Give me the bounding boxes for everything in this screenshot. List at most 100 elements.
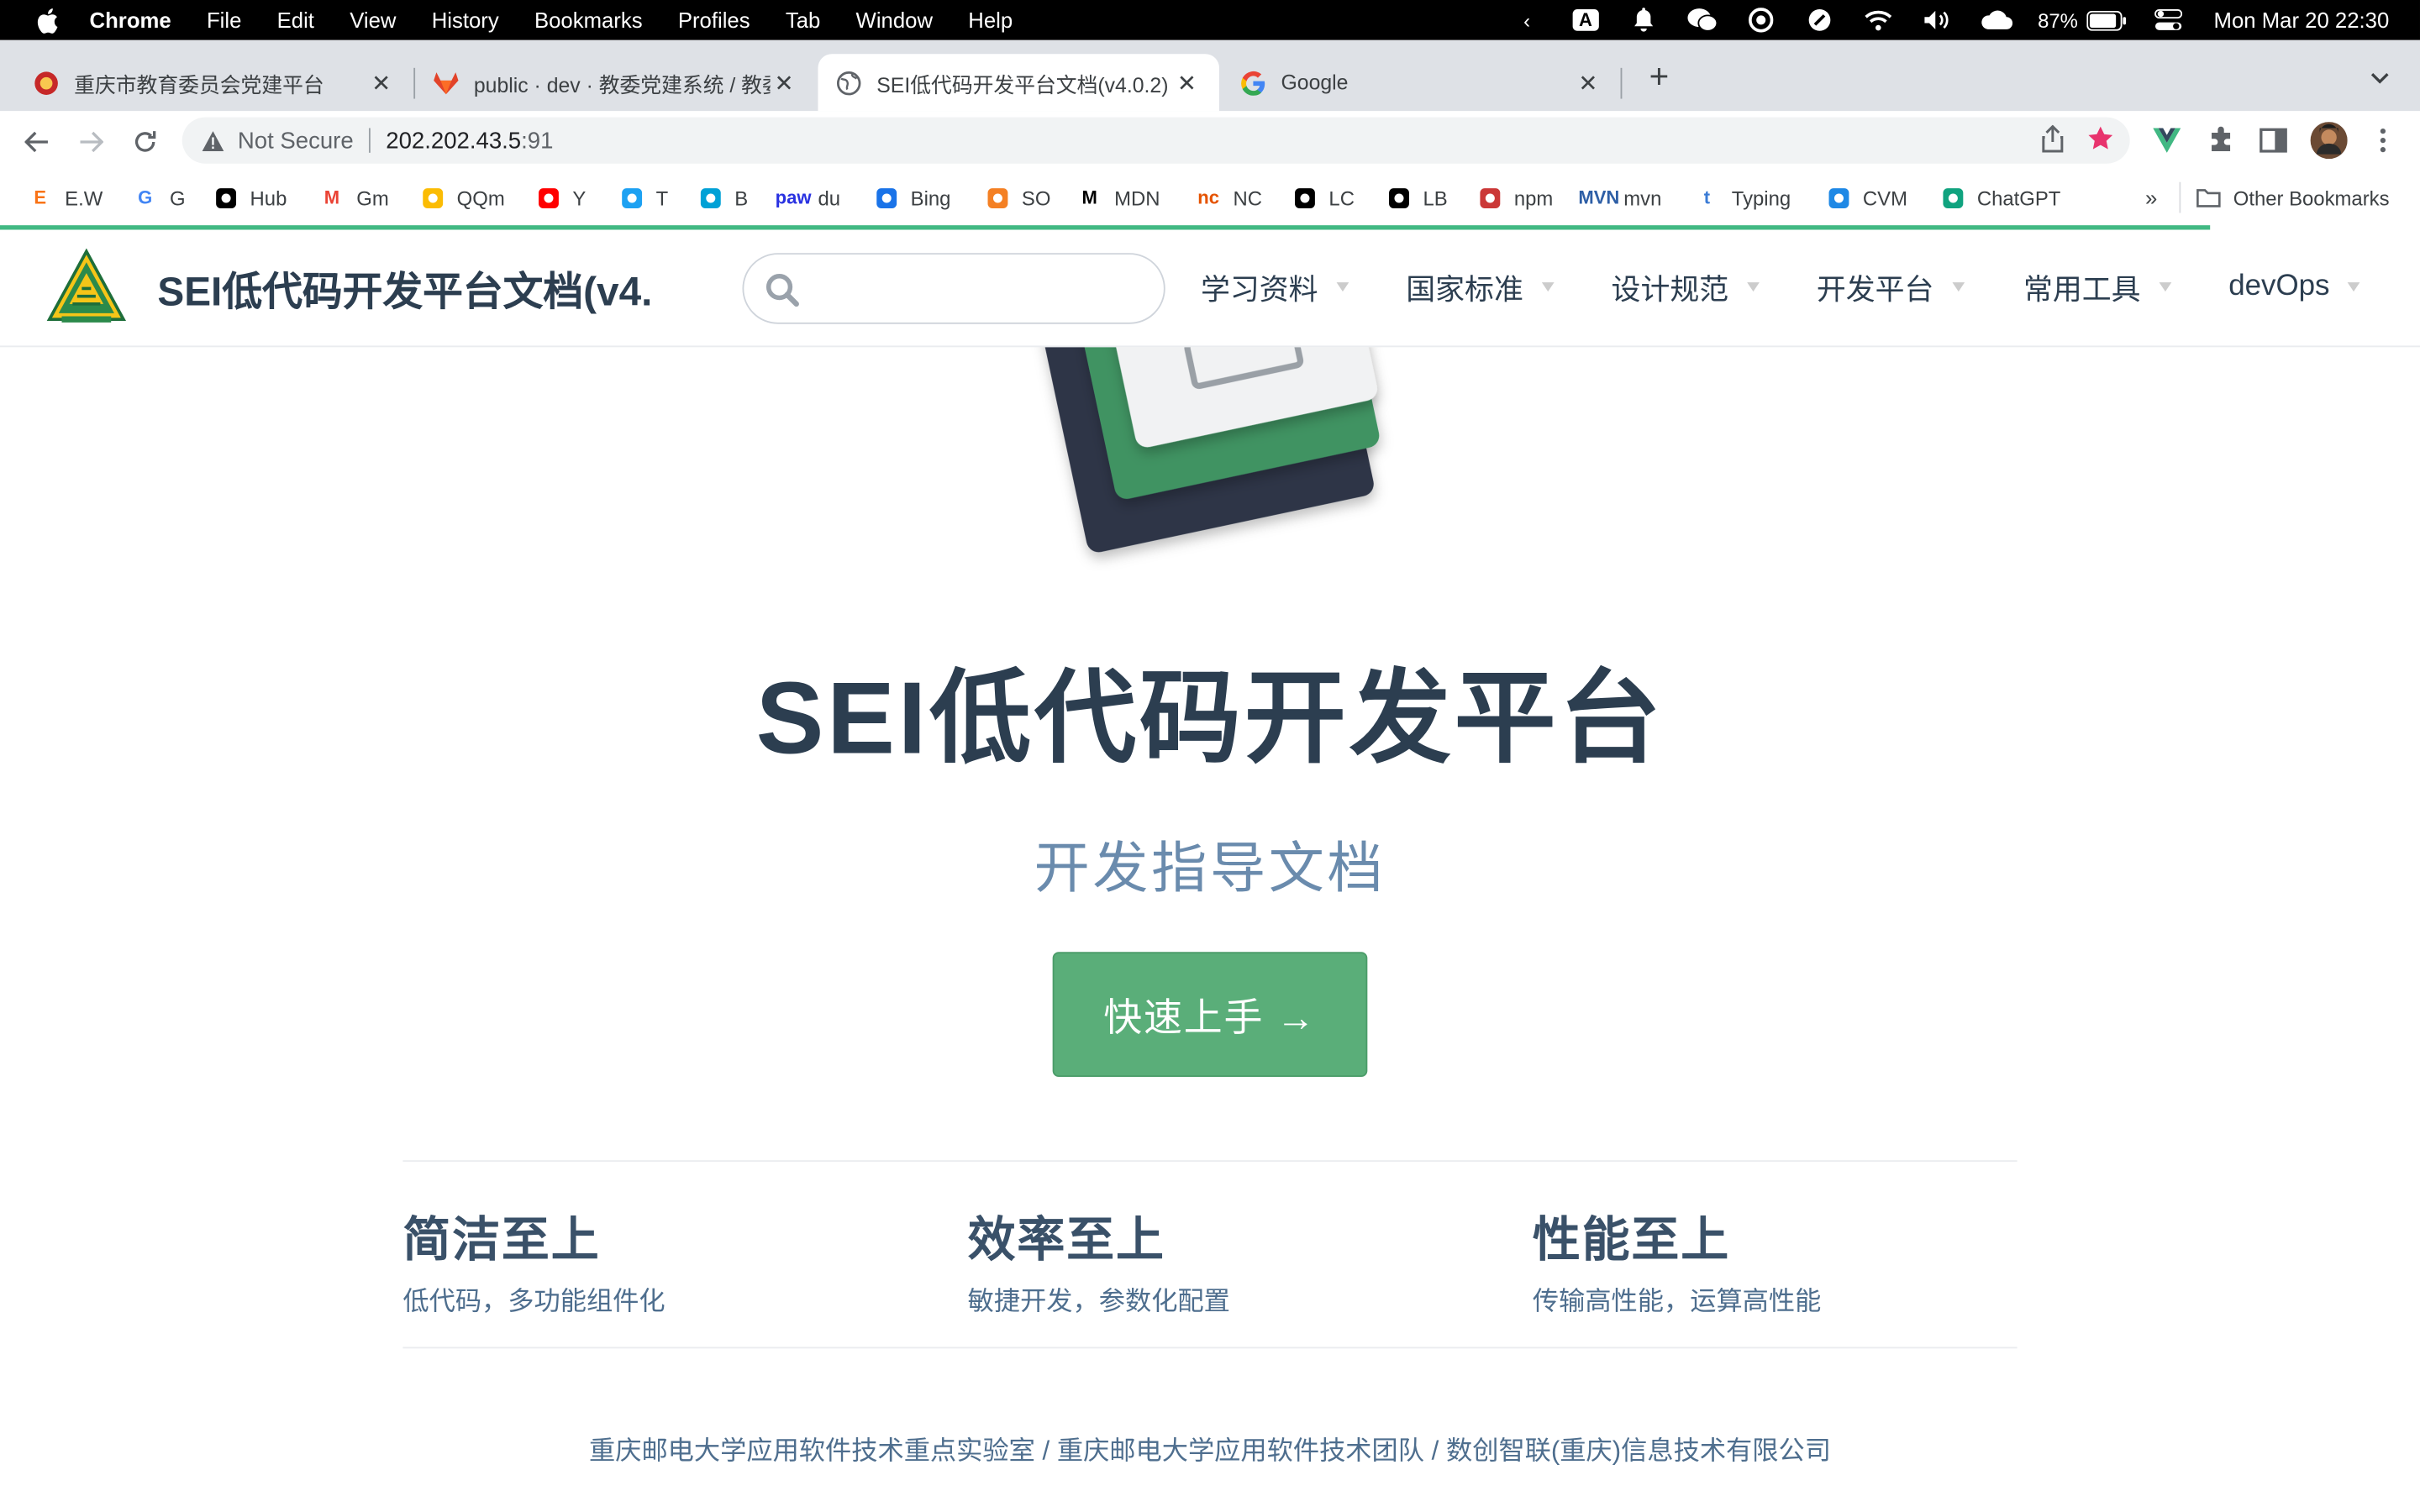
app-status-icon[interactable] bbox=[1744, 6, 1778, 34]
menu-help[interactable]: Help bbox=[968, 8, 1013, 32]
screen: Chrome File Edit View History Bookmarks … bbox=[0, 0, 2420, 1512]
bookmark-t[interactable]: T bbox=[619, 184, 668, 212]
extensions-puzzle-icon[interactable] bbox=[2206, 125, 2237, 156]
clock[interactable]: Mon Mar 20 22:30 bbox=[2214, 8, 2390, 32]
nav-item-overlay: 学习资料 bbox=[1201, 267, 1349, 307]
menu-view[interactable]: View bbox=[350, 8, 396, 32]
wifi-icon[interactable] bbox=[1862, 6, 1896, 34]
security-status[interactable]: Not Secure bbox=[238, 128, 354, 154]
share-icon[interactable] bbox=[2040, 124, 2065, 159]
menu-profiles[interactable]: Profiles bbox=[678, 8, 750, 32]
bookmark-mdn[interactable]: M MDN bbox=[1077, 184, 1160, 212]
bookmark-lb[interactable]: LB bbox=[1386, 184, 1448, 212]
chrome-bookmark-icon bbox=[420, 185, 445, 209]
side-panel-icon[interactable] bbox=[2258, 125, 2289, 156]
back-arrow-icon[interactable] bbox=[20, 125, 54, 159]
menu-tab[interactable]: Tab bbox=[786, 8, 820, 32]
vue-devtools-icon[interactable] bbox=[2151, 125, 2182, 156]
close-icon[interactable]: ✕ bbox=[1574, 69, 1602, 97]
forward-arrow-icon[interactable] bbox=[74, 125, 108, 159]
bookmarks-overflow-chevron-icon[interactable]: » bbox=[2145, 184, 2157, 212]
bookmark-g[interactable]: GG bbox=[133, 184, 186, 212]
gitlab-icon bbox=[434, 71, 459, 95]
star-bookmarked-icon[interactable] bbox=[2086, 125, 2114, 159]
tab-title: 重庆市教育委员会党建平台 bbox=[74, 73, 324, 97]
bookmark-typing[interactable]: t Typing bbox=[1695, 184, 1791, 212]
search-box-overlay[interactable] bbox=[742, 253, 1165, 324]
bookmark-hub[interactable]: Hub bbox=[213, 184, 287, 212]
apple-icon[interactable] bbox=[31, 5, 62, 36]
status-area: ‹ A 87% Mon Mar 20 22:30 bbox=[1486, 0, 2390, 40]
menu-app-name[interactable]: Chrome bbox=[90, 8, 171, 32]
mvn-bookmark-icon: MVN bbox=[1578, 186, 1620, 208]
close-icon[interactable]: ✕ bbox=[1173, 69, 1201, 97]
bookmark-label: Y bbox=[572, 186, 587, 209]
m-bookmark-icon: M bbox=[324, 186, 340, 208]
close-icon[interactable]: ✕ bbox=[771, 69, 798, 97]
bookmark-so[interactable]: SO bbox=[985, 184, 1050, 212]
party-emblem-icon bbox=[34, 71, 58, 95]
menu-edit[interactable]: Edit bbox=[277, 8, 314, 32]
bookmark-nc[interactable]: nc NC bbox=[1196, 184, 1262, 212]
bookmarks-separator bbox=[2179, 181, 2181, 213]
warning-triangle-icon[interactable] bbox=[201, 128, 225, 152]
bookmark-cvm[interactable]: CVM bbox=[1826, 184, 1907, 212]
feature-details: 敏捷开发，参数化配置 bbox=[967, 1286, 1230, 1316]
nav-item-overlay: devOps bbox=[2228, 267, 2361, 307]
address-bar[interactable]: Not Secure 202.202.43.5:91 bbox=[182, 117, 2130, 164]
wechat-icon[interactable] bbox=[1686, 6, 1719, 34]
nav-label: 设计规范 bbox=[1611, 274, 1729, 307]
bookmark-label: CVM bbox=[1862, 186, 1907, 209]
new-tab-plus-icon[interactable]: + bbox=[1642, 57, 1676, 96]
reload-icon[interactable] bbox=[128, 125, 161, 159]
battery-icon[interactable] bbox=[2086, 6, 2128, 34]
bookmark-gm[interactable]: M Gm bbox=[319, 184, 389, 212]
tab-strip: 重庆市教育委员会党建平台 ✕ public · dev · 教委党建系统 / 教… bbox=[0, 39, 2420, 112]
feature-title: 简洁至上 bbox=[402, 1212, 601, 1267]
profile-avatar[interactable] bbox=[2310, 122, 2348, 160]
tab-gitlab[interactable]: public · dev · 教委党建系统 / 教委 ✕ bbox=[415, 54, 817, 111]
nav-item-overlay: 开发平台 bbox=[1817, 267, 1965, 307]
bookmark-y[interactable]: Y bbox=[535, 184, 586, 212]
chevron-left-icon[interactable]: ‹ bbox=[1510, 6, 1544, 34]
bookmark-du[interactable]: paw du bbox=[776, 184, 840, 212]
menu-bookmarks[interactable]: Bookmarks bbox=[534, 8, 643, 32]
menu-window[interactable]: Window bbox=[856, 8, 933, 32]
bookmark-qqm[interactable]: QQm bbox=[420, 184, 505, 212]
tab-title: SEI低代码开发平台文档(v4.0.2) bbox=[876, 73, 1169, 97]
bookmark-label: E.W bbox=[65, 186, 103, 209]
icloud-icon[interactable] bbox=[1979, 6, 2013, 34]
bookmark-mvn[interactable]: MVN mvn bbox=[1578, 184, 1661, 212]
caret-down-icon bbox=[2159, 282, 2172, 292]
bookmark-chatgpt[interactable]: ChatGPT bbox=[1940, 184, 2060, 212]
bookmark-lc[interactable]: LC bbox=[1292, 184, 1355, 212]
get-started-button[interactable]: 快速上手 → bbox=[1052, 952, 1368, 1078]
other-bookmarks[interactable]: Other Bookmarks bbox=[2196, 184, 2390, 212]
leetcode-bookmark-icon bbox=[1292, 185, 1316, 209]
more-vert-icon[interactable] bbox=[2368, 125, 2399, 156]
tab-sei-docs-active[interactable]: SEI低代码开发平台文档(v4.0.2) ✕ bbox=[818, 54, 1220, 112]
tab-search-chevron-icon[interactable] bbox=[2370, 65, 2389, 89]
menu-file[interactable]: File bbox=[207, 8, 241, 32]
control-center-icon[interactable] bbox=[2152, 6, 2186, 34]
caret-down-icon bbox=[2348, 282, 2361, 292]
close-icon[interactable]: ✕ bbox=[367, 69, 395, 97]
volume-icon[interactable] bbox=[1921, 6, 1954, 34]
feature-efficiency: 效率至上 敏捷开发，参数化配置 bbox=[968, 1200, 1230, 1318]
battery-percent: 87% bbox=[2038, 8, 2078, 32]
input-source-label: A bbox=[1572, 9, 1599, 31]
twitter-bookmark-icon bbox=[619, 185, 644, 209]
bookmark-e-w[interactable]: E E.W bbox=[28, 184, 103, 212]
tab-party-platform[interactable]: 重庆市教育委员会党建平台 ✕ bbox=[0, 54, 413, 111]
bookmark-bing[interactable]: Bing bbox=[874, 184, 950, 212]
bookmark-b[interactable]: B bbox=[697, 184, 748, 212]
bookmark-label: npm bbox=[1513, 186, 1554, 209]
tab-google[interactable]: Google ✕ bbox=[1223, 54, 1621, 111]
notification-bell-icon[interactable] bbox=[1628, 6, 1661, 34]
bookmark-npm[interactable]: npm bbox=[1477, 184, 1554, 212]
url-text[interactable]: 202.202.43.5:91 bbox=[386, 128, 553, 154]
menu-history[interactable]: History bbox=[432, 8, 499, 32]
input-source-icon[interactable]: A bbox=[1569, 6, 1602, 34]
footer-text: 重庆邮电大学应用软件技术重点实验室 / 重庆邮电大学应用软件技术团队 / 数创智… bbox=[588, 1436, 1831, 1466]
pen-app-icon[interactable] bbox=[1803, 6, 1837, 34]
